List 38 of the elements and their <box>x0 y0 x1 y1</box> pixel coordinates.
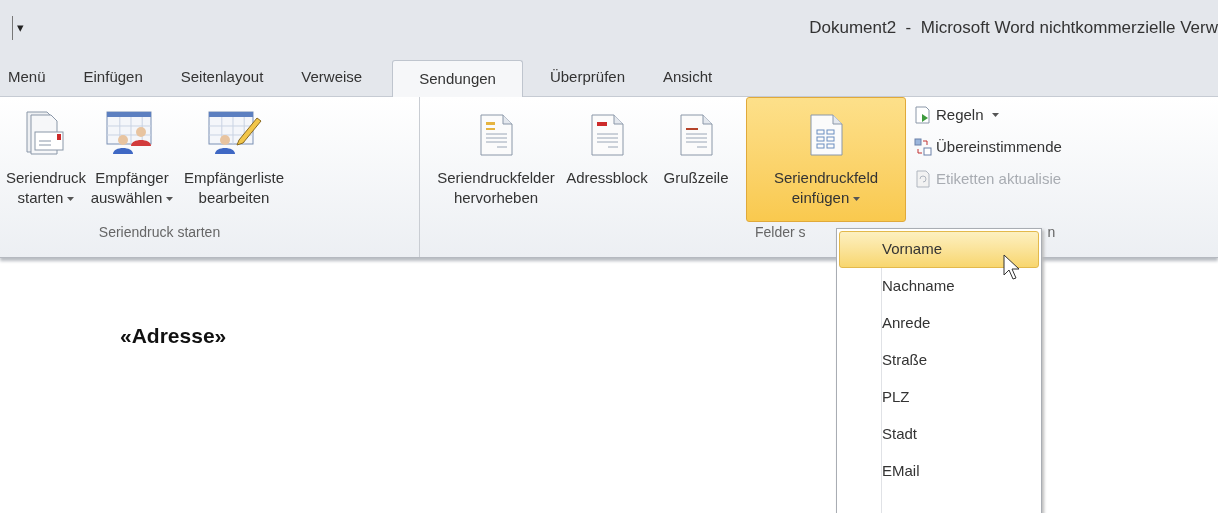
ribbon-tab[interactable]: Sendungen <box>392 60 523 97</box>
menu-item[interactable]: EMail <box>839 453 1039 490</box>
document-icon <box>590 114 624 156</box>
ribbon-button[interactable]: Seriendruckfeld einfügen <box>746 97 906 222</box>
ribbon-button[interactable]: Empfänger auswählen <box>92 97 172 222</box>
refresh-labels-icon <box>914 170 932 188</box>
document-icon <box>679 114 713 156</box>
menu-item[interactable]: Anrede <box>839 305 1039 342</box>
ribbon-small-button[interactable]: Regeln <box>914 101 1062 129</box>
ribbon-small-button[interactable]: Übereinstimmende <box>914 133 1062 161</box>
ribbon-tab[interactable]: Einfügen <box>64 59 162 96</box>
person-list-pencil-icon <box>205 110 263 156</box>
group-label: Seriendruck starten <box>98 223 221 242</box>
ribbon-button[interactable]: Empfängerliste bearbeiten <box>172 97 296 222</box>
ribbon-tab[interactable]: Verweise <box>282 59 385 96</box>
menu-item[interactable]: Straße <box>839 342 1039 379</box>
window-title: Dokument2 - Microsoft Word nichtkommerzielle Verw <box>809 16 1218 39</box>
document-icon <box>479 114 513 156</box>
ribbon-button[interactable]: Seriendruck starten <box>0 97 92 222</box>
menu-item[interactable]: Nachname <box>839 268 1039 305</box>
ribbon-tab[interactable]: Überprüfen <box>530 59 644 96</box>
menu-item[interactable]: PLZ <box>839 379 1039 416</box>
quick-access-menu[interactable]: ▾ <box>17 17 24 38</box>
menu-item[interactable]: Stadt <box>839 416 1039 453</box>
ribbon-tab[interactable]: Seitenlayout <box>161 59 283 96</box>
ribbon-button[interactable]: Seriendruckfelder hervorheben <box>428 97 564 222</box>
rules-document-icon <box>914 106 932 124</box>
group-label: Felder s <box>755 223 806 242</box>
group-label: n <box>1047 223 1056 242</box>
document-icon <box>809 114 843 156</box>
ribbon-tab[interactable]: Ansicht <box>644 59 732 96</box>
ribbon-tab[interactable]: Menü <box>0 59 65 96</box>
merge-field-text: «Adresse» <box>120 324 227 347</box>
match-fields-icon <box>914 138 932 156</box>
ribbon-button[interactable]: Adressblock <box>564 97 650 222</box>
mouse-cursor-icon <box>1003 254 1021 280</box>
menu-item[interactable]: Vorname <box>839 231 1039 268</box>
ribbon-button[interactable]: Grußzeile <box>650 97 742 222</box>
